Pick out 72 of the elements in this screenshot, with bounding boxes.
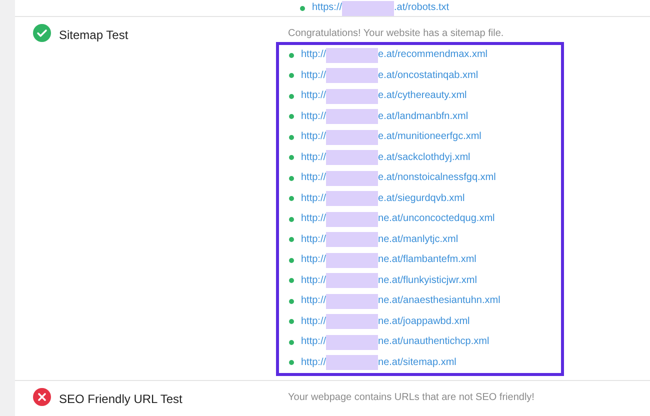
redaction-block [342, 0, 394, 16]
url-link[interactable]: http:// [301, 316, 326, 327]
bullet-icon [289, 155, 294, 160]
url-link[interactable]: e.at/sackclothdyj.xml [378, 152, 470, 163]
url-link[interactable]: e.at/landmanbfn.xml [378, 112, 468, 122]
test-name: Sitemap Test [59, 27, 128, 44]
test-message: Congratulations! Your website has a sitemap file. [288, 27, 505, 41]
url-link[interactable]: ne.at/unauthentichcp.xml [378, 337, 490, 348]
url-link[interactable]: e.at/cythereauty.xml [378, 91, 467, 102]
url-link[interactable]: http:// [301, 112, 326, 122]
url-link[interactable]: e.at/oncostatinqab.xml [378, 70, 478, 81]
bullet-icon [289, 319, 294, 324]
bullet-icon [289, 298, 294, 304]
bullet-icon [300, 6, 305, 10]
redaction-block [326, 355, 378, 370]
test-name: SEO Friendly URL Test [59, 391, 182, 408]
redaction-block [326, 191, 378, 206]
url-link[interactable]: ne.at/anaesthesiantuhn.xml [378, 296, 500, 306]
redaction-block [326, 130, 378, 145]
bullet-icon [289, 278, 294, 284]
url-link[interactable]: http:// [301, 70, 326, 81]
url-link[interactable]: e.at/siegurdqvb.xml [378, 194, 465, 204]
redaction-block [326, 170, 378, 186]
url-link[interactable]: ne.at/flunkyisticjwr.xml [378, 276, 477, 286]
bullet-icon [289, 258, 294, 263]
redaction-block [326, 334, 378, 350]
url-link[interactable]: http:// [301, 358, 326, 368]
url-link[interactable]: e.at/munitioneerfgc.xml [378, 132, 482, 142]
url-link[interactable]: ne.at/joappawbd.xml [378, 316, 470, 327]
bullet-icon [289, 52, 294, 58]
url-link[interactable]: ne.at/manlytjc.xml [378, 234, 458, 245]
redaction-block [326, 314, 378, 330]
url-link[interactable]: http:// [301, 276, 326, 286]
url-link[interactable]: http:// [301, 296, 326, 306]
url-link[interactable]: http:// [301, 214, 326, 224]
url-link[interactable]: http:// [301, 337, 326, 348]
redaction-block [326, 273, 378, 288]
redaction-block [326, 232, 378, 248]
url-link[interactable]: http:// [301, 234, 326, 245]
url-link[interactable]: .at/robots.txt [394, 3, 450, 13]
bullet-icon [289, 360, 294, 366]
bullet-icon [289, 114, 294, 120]
url-link[interactable]: http:// [301, 91, 326, 102]
bullet-icon [289, 237, 294, 242]
url-link[interactable]: http:// [301, 152, 326, 163]
url-link[interactable]: http:// [301, 255, 326, 266]
url-link[interactable]: http:// [301, 132, 326, 142]
redaction-block [326, 212, 378, 227]
redaction-block [326, 48, 378, 63]
url-link[interactable]: e.at/nonstoicalnessfgq.xml [378, 173, 496, 184]
redaction-block [326, 150, 378, 166]
redaction-block [326, 88, 378, 104]
bullet-icon [289, 73, 294, 78]
url-link[interactable]: http:// [301, 194, 326, 204]
bullet-icon [289, 134, 294, 140]
url-link[interactable]: http:// [301, 50, 326, 60]
test-message: Your webpage contains URLs that are not SEO friendly! [288, 391, 534, 405]
bullet-icon [289, 216, 294, 222]
url-link[interactable]: ne.at/unconcoctedqug.xml [378, 214, 495, 224]
redaction-block [326, 294, 378, 309]
url-link[interactable]: http:// [301, 173, 326, 184]
url-link[interactable]: e.at/recommendmax.xml [378, 50, 488, 60]
bullet-icon [289, 196, 294, 202]
redaction-block [326, 109, 378, 124]
redaction-block [326, 68, 378, 84]
redaction-block [326, 252, 378, 268]
url-link[interactable]: ne.at/sitemap.xml [378, 358, 456, 368]
url-link[interactable]: ne.at/flambantefm.xml [378, 255, 476, 266]
bullet-icon [289, 340, 294, 345]
bullet-icon [289, 94, 294, 99]
url-link[interactable]: https:// [312, 3, 342, 13]
bullet-icon [289, 176, 294, 181]
